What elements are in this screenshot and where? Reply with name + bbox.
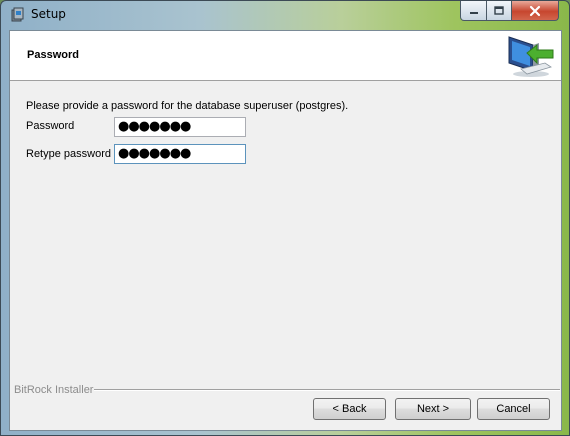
- setup-window: Setup Password Please provide a password…: [0, 0, 570, 436]
- password-description: Please provide a password for the databa…: [26, 100, 349, 112]
- close-button[interactable]: [511, 1, 559, 21]
- dialog-client-area: Password Please provide a password for t…: [9, 30, 562, 431]
- footer-divider: [94, 389, 560, 391]
- page-title: Password: [27, 49, 79, 61]
- retype-password-label: Retype password: [26, 148, 111, 160]
- setup-app-icon: [11, 7, 24, 22]
- maximize-button[interactable]: [486, 1, 512, 21]
- title-bar[interactable]: Setup: [1, 1, 569, 29]
- cancel-button[interactable]: Cancel: [477, 398, 550, 420]
- password-input[interactable]: ●●●●●●●: [114, 117, 246, 137]
- window-title: Setup: [31, 7, 66, 21]
- retype-password-input[interactable]: ●●●●●●●: [114, 144, 246, 164]
- password-label: Password: [26, 120, 75, 132]
- next-button[interactable]: Next >: [395, 398, 471, 420]
- computer-arrow-icon: [508, 36, 554, 77]
- close-icon: [529, 5, 541, 16]
- page-header: Password: [10, 31, 561, 81]
- minimize-button[interactable]: [460, 1, 487, 21]
- maximize-icon: [494, 5, 504, 15]
- installer-brand: BitRock Installer: [14, 384, 94, 396]
- back-button[interactable]: < Back: [313, 398, 386, 420]
- minimize-icon: [469, 11, 478, 14]
